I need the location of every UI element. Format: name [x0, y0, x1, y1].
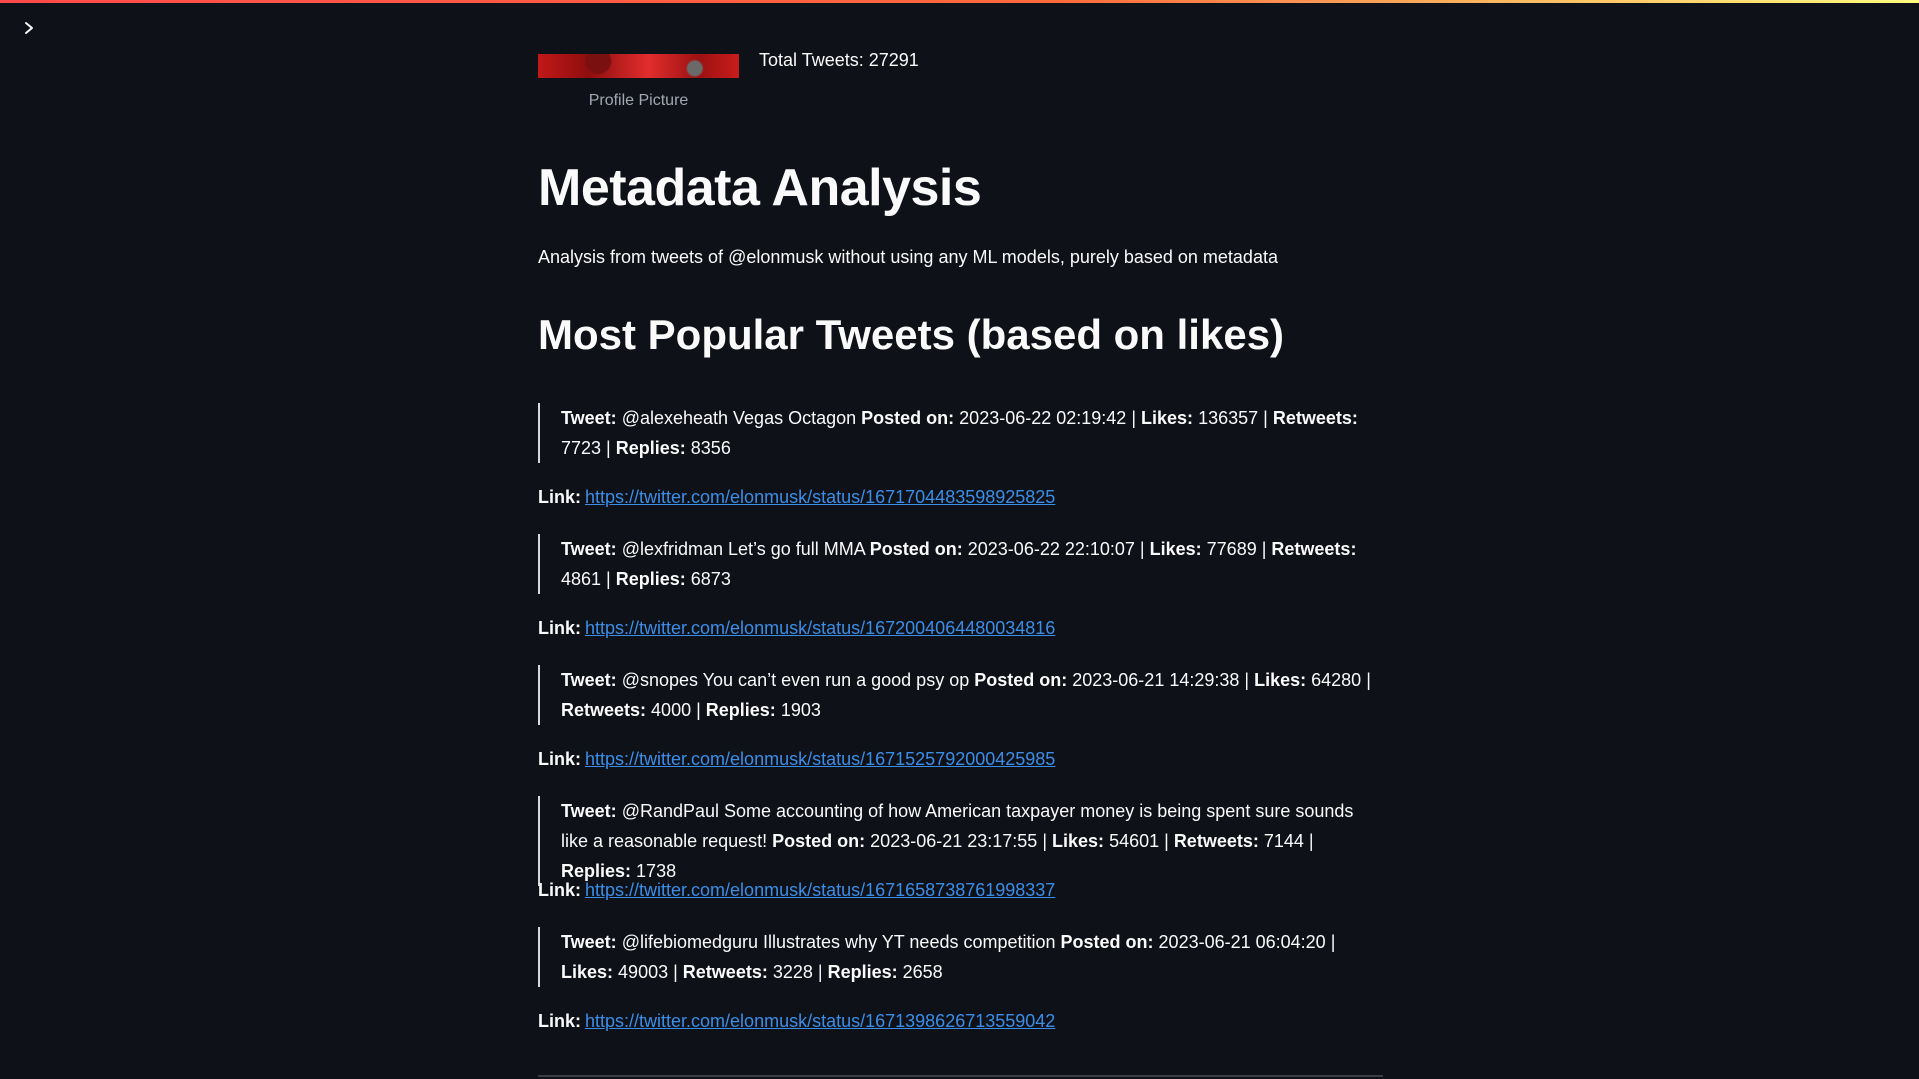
likes-label: Likes:	[561, 962, 614, 982]
profile-picture	[538, 54, 739, 78]
tweet-text: @lifebiomedguru Illustrates why YT needs…	[621, 932, 1056, 952]
top-decoration-bar	[0, 0, 1919, 3]
tweet-label: Tweet:	[561, 539, 617, 559]
profile-row: Profile Picture Total Tweets: 27291	[538, 50, 1383, 124]
replies-label: Replies:	[615, 438, 686, 458]
retweets-label: Retweets:	[682, 962, 768, 982]
tweet-retweets: 7144	[1263, 831, 1304, 851]
tweet-link[interactable]: https://twitter.com/elonmusk/status/1671…	[585, 1011, 1055, 1031]
tweet-replies: 6873	[690, 569, 731, 589]
tweet-date: 2023-06-21 23:17:55	[870, 831, 1038, 851]
replies-label: Replies:	[705, 700, 776, 720]
posted-on-label: Posted on:	[1060, 932, 1154, 952]
divider	[538, 1075, 1383, 1077]
tweet-date: 2023-06-22 02:19:42	[959, 408, 1127, 428]
tweet-quote: Tweet: @snopes You can’t even run a good…	[538, 665, 1381, 725]
tweet-item: Tweet: @RandPaul Some accounting of how …	[538, 794, 1383, 925]
tweet-replies: 2658	[902, 962, 943, 982]
tweet-quote: Tweet: @lifebiomedguru Illustrates why Y…	[538, 927, 1381, 987]
posted-on-label: Posted on:	[869, 539, 963, 559]
replies-label: Replies:	[827, 962, 898, 982]
tweet-text: @snopes You can’t even run a good psy op	[621, 670, 970, 690]
tweet-item: Tweet: @lexfridman Let’s go full MMA Pos…	[538, 532, 1383, 663]
posted-on-label: Posted on:	[861, 408, 955, 428]
posted-on-label: Posted on:	[974, 670, 1068, 690]
tweet-likes: 49003	[618, 962, 669, 982]
tweet-replies: 1738	[636, 861, 677, 881]
tweet-label: Tweet:	[561, 801, 617, 821]
tweet-quote: Tweet: @lexfridman Let’s go full MMA Pos…	[538, 534, 1381, 594]
tweet-link-row: Link: https://twitter.com/elonmusk/status…	[538, 1011, 1055, 1032]
tweet-link-row: Link: https://twitter.com/elonmusk/status…	[538, 880, 1055, 901]
tweet-retweets: 4000	[651, 700, 692, 720]
tweet-likes: 64280	[1311, 670, 1362, 690]
tweet-likes: 54601	[1109, 831, 1160, 851]
tweet-text: @alexeheath Vegas Octagon	[621, 408, 857, 428]
link-label: Link:	[538, 1011, 581, 1031]
replies-label: Replies:	[615, 569, 686, 589]
page-description: Analysis from tweets of @elonmusk withou…	[538, 247, 1278, 267]
likes-label: Likes:	[1052, 831, 1105, 851]
tweet-label: Tweet:	[561, 670, 617, 690]
tweet-quote: Tweet: @alexeheath Vegas Octagon Posted …	[538, 403, 1381, 463]
sidebar-expand-button[interactable]	[18, 19, 40, 41]
tweet-quote: Tweet: @RandPaul Some accounting of how …	[538, 796, 1381, 886]
retweets-label: Retweets:	[561, 700, 647, 720]
likes-label: Likes:	[1254, 670, 1307, 690]
tweet-replies: 1903	[780, 700, 821, 720]
tweet-label: Tweet:	[561, 932, 617, 952]
tweet-retweets: 7723	[561, 438, 602, 458]
total-tweets: Total Tweets: 27291	[759, 50, 919, 70]
tweet-link[interactable]: https://twitter.com/elonmusk/status/1672…	[585, 618, 1055, 638]
chevron-right-icon	[22, 21, 36, 40]
tweet-item: Tweet: @lifebiomedguru Illustrates why Y…	[538, 925, 1383, 1056]
profile-picture-caption: Profile Picture	[588, 92, 689, 109]
link-label: Link:	[538, 749, 581, 769]
tweet-link-row: Link: https://twitter.com/elonmusk/status…	[538, 487, 1055, 508]
tweet-link-row: Link: https://twitter.com/elonmusk/status…	[538, 749, 1055, 770]
likes-label: Likes:	[1141, 408, 1194, 428]
tweet-link-row: Link: https://twitter.com/elonmusk/status…	[538, 618, 1055, 639]
tweet-retweets: 4861	[561, 569, 602, 589]
page-title: Metadata Analysis	[538, 159, 982, 217]
tweet-label: Tweet:	[561, 408, 617, 428]
tweet-likes: 77689	[1206, 539, 1257, 559]
link-label: Link:	[538, 618, 581, 638]
tweet-item: Tweet: @alexeheath Vegas Octagon Posted …	[538, 401, 1383, 532]
retweets-label: Retweets:	[1272, 408, 1358, 428]
posted-on-label: Posted on:	[772, 831, 866, 851]
tweet-date: 2023-06-21 14:29:38	[1072, 670, 1240, 690]
tweet-likes: 136357	[1198, 408, 1259, 428]
tweet-list: Tweet: @alexeheath Vegas Octagon Posted …	[538, 401, 1383, 1056]
tweet-item: Tweet: @snopes You can’t even run a good…	[538, 663, 1383, 794]
replies-label: Replies:	[561, 861, 632, 881]
tweet-link[interactable]: https://twitter.com/elonmusk/status/1671…	[585, 880, 1055, 900]
tweet-date: 2023-06-21 06:04:20	[1158, 932, 1326, 952]
tweet-link[interactable]: https://twitter.com/elonmusk/status/1671…	[585, 487, 1055, 507]
tweet-link[interactable]: https://twitter.com/elonmusk/status/1671…	[585, 749, 1055, 769]
retweets-label: Retweets:	[1271, 539, 1357, 559]
link-label: Link:	[538, 487, 581, 507]
tweet-replies: 8356	[690, 438, 731, 458]
likes-label: Likes:	[1149, 539, 1202, 559]
tweet-retweets: 3228	[772, 962, 813, 982]
section-title: Most Popular Tweets (based on likes)	[538, 311, 1285, 358]
retweets-label: Retweets:	[1173, 831, 1259, 851]
link-label: Link:	[538, 880, 581, 900]
tweet-date: 2023-06-22 22:10:07	[967, 539, 1135, 559]
tweet-text: @lexfridman Let’s go full MMA	[621, 539, 865, 559]
